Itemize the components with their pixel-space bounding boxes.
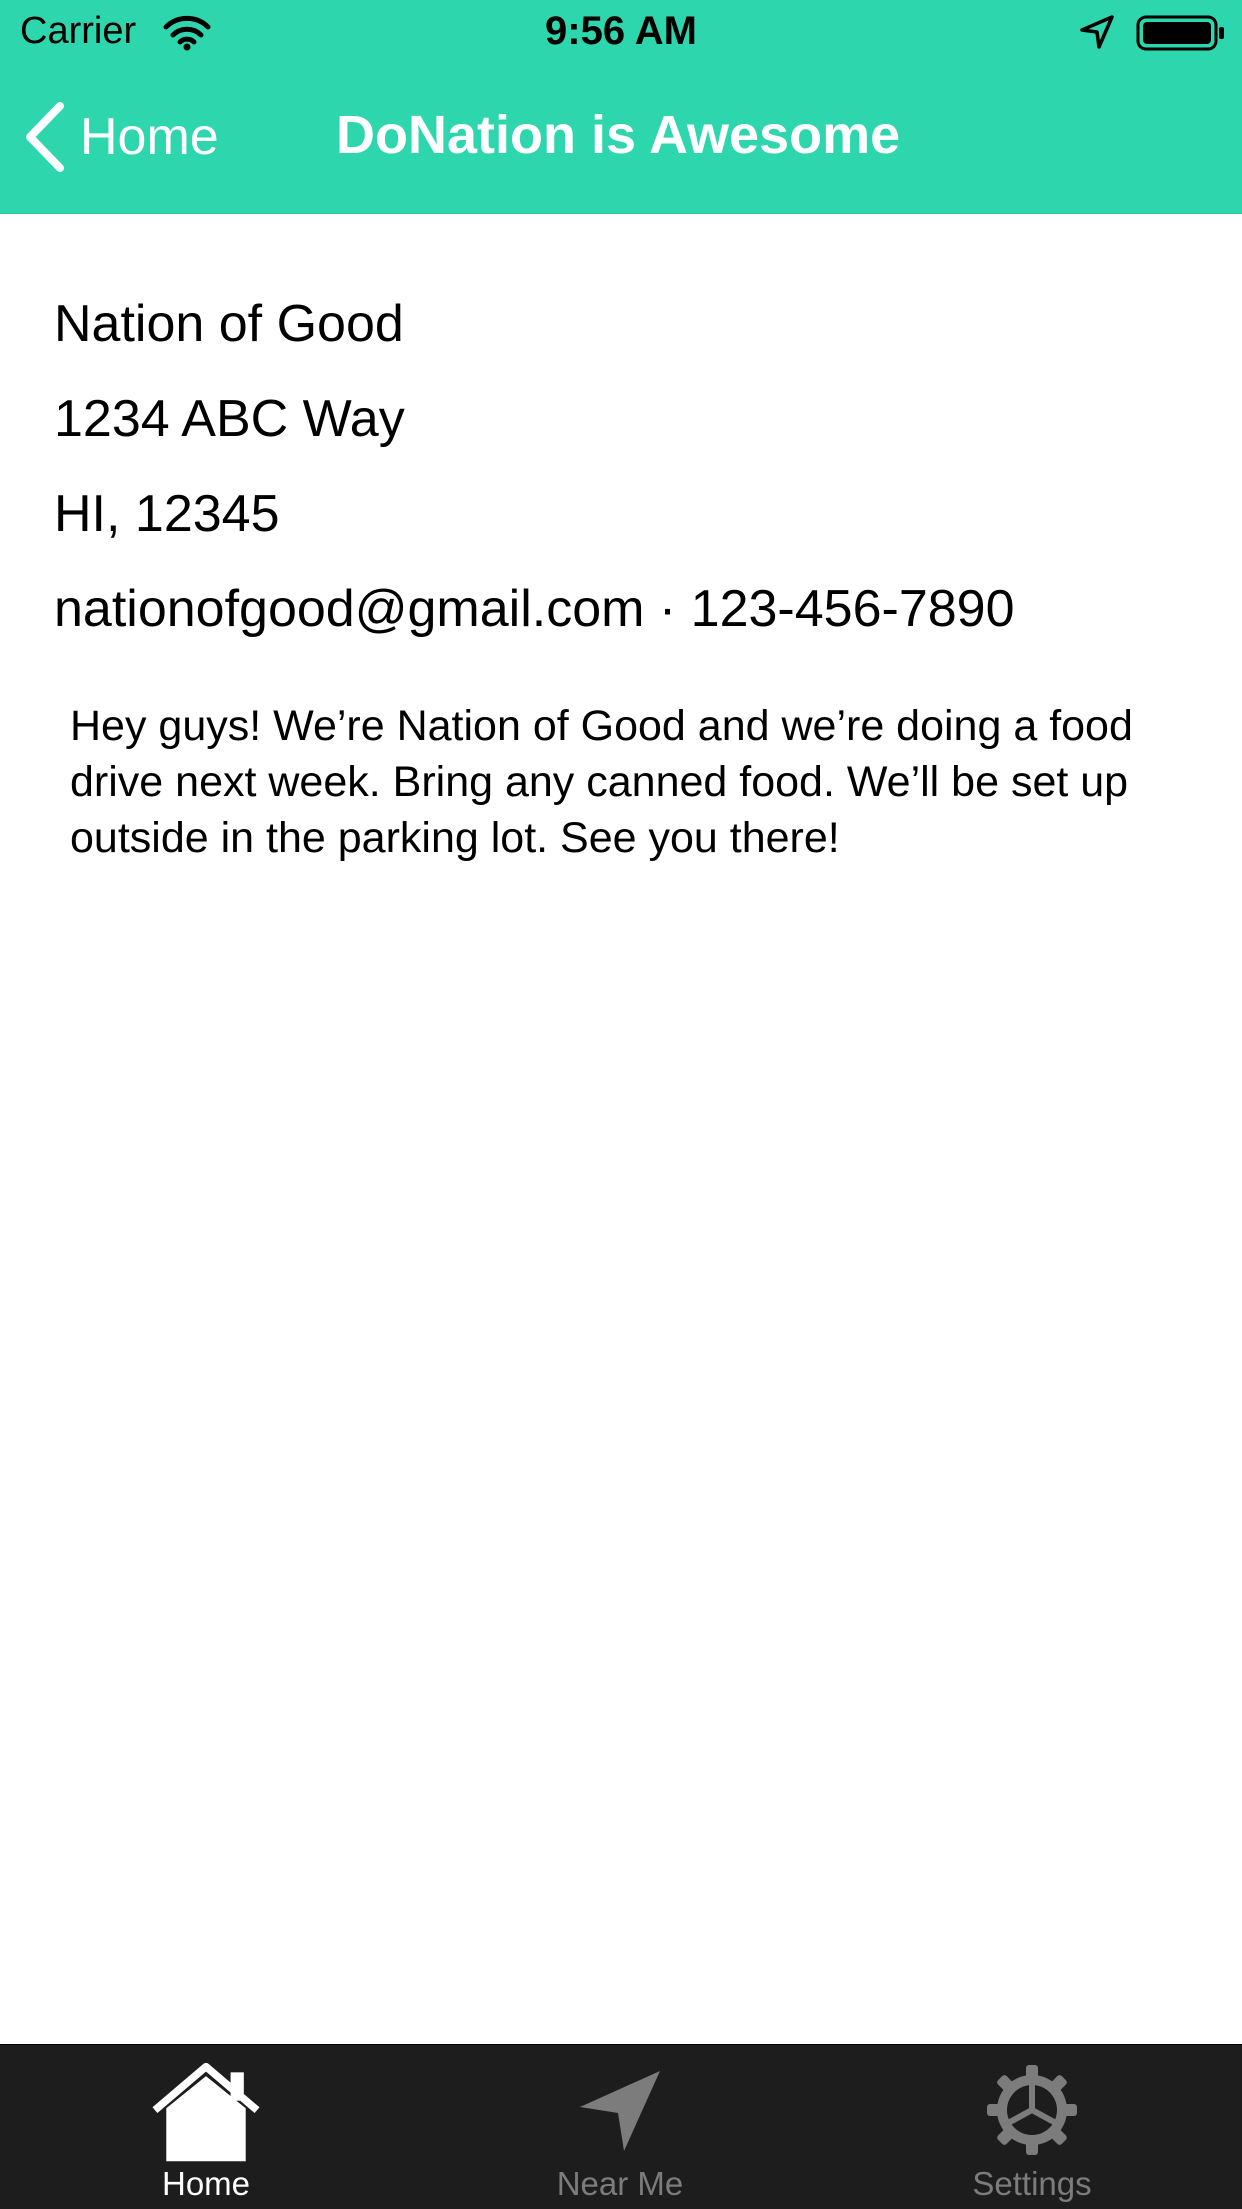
tab-home-label: Home <box>161 2165 251 2202</box>
home-icon <box>152 2062 260 2162</box>
back-button-label: Home <box>80 108 219 166</box>
location-arrow-icon <box>1080 15 1114 49</box>
status-bar: Carrier 9:56 AM <box>0 0 1242 66</box>
organization-name: Nation of Good <box>54 295 404 353</box>
back-button[interactable]: Home <box>22 102 219 172</box>
tab-settings[interactable]: Settings <box>932 2045 1132 2209</box>
tab-near-me[interactable]: Near Me <box>520 2045 720 2209</box>
status-time: 9:56 AM <box>545 9 697 53</box>
navigation-bar: Home DoNation is Awesome <box>0 66 1242 213</box>
tab-settings-label: Settings <box>972 2165 1092 2202</box>
organization-description: Hey guys! We’re Nation of Good and we’re… <box>70 702 1133 862</box>
gear-icon <box>987 2065 1077 2155</box>
tab-home[interactable]: Home <box>106 2045 306 2209</box>
battery-icon <box>1136 15 1224 51</box>
organization-state-zip: HI, 12345 <box>54 485 280 543</box>
organization-contact: nationofgood@gmail.com · 123-456-7890 <box>54 580 1015 638</box>
organization-street: 1234 ABC Way <box>54 390 405 448</box>
tab-near-me-label: Near Me <box>556 2165 684 2202</box>
header: Carrier 9:56 AM Home DoNation is Awesome <box>0 0 1242 214</box>
navigation-arrow-icon <box>580 2071 660 2151</box>
chevron-left-icon <box>26 102 64 172</box>
tab-bar: Home Near Me Settings <box>0 2044 1242 2209</box>
page-title: DoNation is Awesome <box>336 105 901 165</box>
